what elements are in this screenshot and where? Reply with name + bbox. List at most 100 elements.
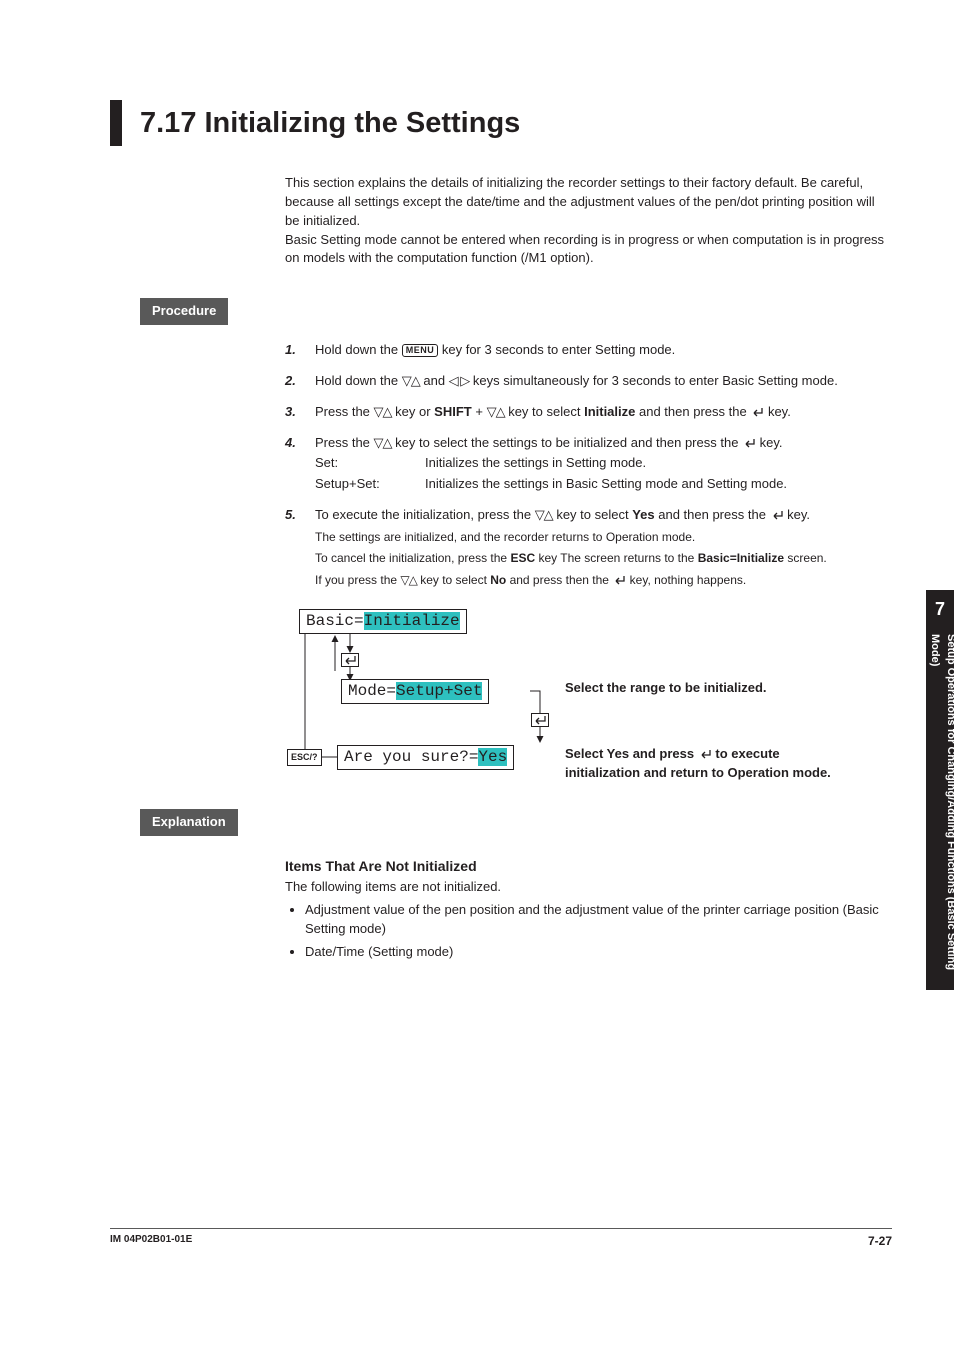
text: Press the — [315, 404, 374, 419]
step-3: 3. Press the ▽△ key or SHIFT + ▽△ key to… — [285, 403, 892, 422]
page-footer: IM 04P02B01-01E 7-27 — [110, 1228, 892, 1250]
lcd-text: Mode= — [348, 682, 396, 700]
procedure-label: Procedure — [140, 298, 228, 325]
no-label: No — [490, 573, 506, 587]
text: and press then the — [510, 573, 613, 587]
step-5: 5. To execute the initialization, press … — [285, 506, 892, 589]
text: Select Yes and press — [565, 746, 698, 761]
esc-key-icon: ESC/? — [287, 749, 322, 766]
chapter-number: 7 — [926, 590, 954, 630]
menu-key-icon: MENU — [402, 344, 439, 357]
text: key. — [760, 435, 783, 450]
caption-select-yes: Select Yes and press to execute initiali… — [565, 745, 835, 783]
step-number: 1. — [285, 341, 315, 360]
step-body: Press the ▽△ key or SHIFT + ▽△ key to se… — [315, 403, 892, 422]
lcd-text: Basic= — [306, 612, 364, 630]
list-item: Adjustment value of the pen position and… — [305, 901, 892, 939]
text: key The screen returns to the — [538, 551, 697, 565]
text: To execute the initialization, press the — [315, 507, 535, 522]
step-number: 3. — [285, 403, 315, 422]
note-3: If you press the ▽△ key to select No and… — [315, 572, 892, 589]
step-body: Press the ▽△ key to select the settings … — [315, 434, 892, 495]
intro-para-1: This section explains the details of ini… — [285, 174, 892, 231]
not-init-list: Adjustment value of the pen position and… — [285, 901, 892, 962]
step-body: Hold down the ▽△ and ◁ ▷ keys simultaneo… — [315, 372, 892, 391]
chapter-side-tab: 7 Setup Operations for Changing/Adding F… — [926, 590, 954, 990]
items-not-initialized-lead: The following items are not initialized. — [285, 878, 892, 897]
up-down-icon: ▽△ — [402, 372, 420, 391]
text: Press the — [315, 435, 374, 450]
section-title-row: 7.17 Initializing the Settings — [110, 100, 892, 146]
up-down-icon: ▽△ — [487, 403, 505, 422]
text: + — [475, 404, 486, 419]
text: keys simultaneously for 3 seconds to ent… — [473, 373, 838, 388]
text: If you press the — [315, 573, 400, 587]
opt-key: Set: — [315, 454, 425, 473]
enter-icon — [770, 510, 784, 521]
note-1: The settings are initialized, and the re… — [315, 529, 892, 546]
basic-initialize-label: Basic=Initialize — [698, 551, 784, 565]
text: key or — [395, 404, 434, 419]
step-number: 4. — [285, 434, 315, 495]
left-right-icon: ◁ ▷ — [449, 372, 470, 391]
lcd-are-you-sure: Are you sure?=Yes — [337, 745, 514, 769]
up-down-icon: ▽△ — [374, 403, 392, 422]
step-number: 2. — [285, 372, 315, 391]
lcd-highlight: Initialize — [364, 612, 460, 630]
page: 7.17 Initializing the Settings This sect… — [0, 0, 954, 1350]
enter-icon — [750, 407, 764, 418]
items-not-initialized-head: Items That Are Not Initialized — [285, 856, 892, 876]
chapter-title-vertical: Setup Operations for Changing/Adding Fun… — [926, 630, 954, 984]
intro-para-2: Basic Setting mode cannot be entered whe… — [285, 231, 892, 269]
text: key. — [768, 404, 791, 419]
step-4: 4. Press the ▽△ key to select the settin… — [285, 434, 892, 495]
title-accent-bar — [110, 100, 122, 146]
up-down-icon: ▽△ — [374, 434, 392, 453]
text: key to select — [420, 573, 490, 587]
enter-icon — [742, 438, 756, 449]
shift-label: SHIFT — [434, 404, 472, 419]
lcd-highlight: Setup+Set — [396, 682, 482, 700]
enter-icon — [531, 713, 549, 727]
up-down-icon: ▽△ — [400, 572, 416, 589]
section-title: 7.17 Initializing the Settings — [140, 102, 520, 144]
explanation-block: Items That Are Not Initialized The follo… — [285, 856, 892, 962]
step-1: 1. Hold down the MENU key for 3 seconds … — [285, 341, 892, 360]
note-2: To cancel the initialization, press the … — [315, 550, 892, 567]
flow-diagram: Basic=Initialize Mode=Setup+Set Are you … — [285, 609, 892, 799]
step-body: To execute the initialization, press the… — [315, 506, 892, 589]
explanation-label: Explanation — [140, 809, 238, 836]
step-number: 5. — [285, 506, 315, 589]
up-down-icon: ▽△ — [535, 506, 553, 525]
page-number: 7-27 — [868, 1233, 892, 1250]
text: To cancel the initialization, press the — [315, 551, 510, 565]
list-item: Date/Time (Setting mode) — [305, 943, 892, 962]
text: and then press the — [658, 507, 769, 522]
init-options-table: Set: Initializes the settings in Setting… — [315, 454, 892, 494]
text: Hold down the — [315, 342, 402, 357]
lcd-basic-initialize: Basic=Initialize — [299, 609, 467, 633]
enter-icon — [612, 575, 626, 586]
lcd-mode-setupset: Mode=Setup+Set — [341, 679, 489, 703]
lcd-text: Are you sure?= — [344, 748, 478, 766]
step-2: 2. Hold down the ▽△ and ◁ ▷ keys simulta… — [285, 372, 892, 391]
opt-val: Initializes the settings in Basic Settin… — [425, 475, 892, 494]
step-body: Hold down the MENU key for 3 seconds to … — [315, 341, 892, 360]
opt-key: Setup+Set: — [315, 475, 425, 494]
lcd-highlight: Yes — [478, 748, 507, 766]
enter-icon — [698, 749, 712, 760]
initialize-label: Initialize — [584, 404, 635, 419]
text: screen. — [787, 551, 826, 565]
text: Hold down the — [315, 373, 402, 388]
text: and then press the — [639, 404, 750, 419]
text: key, nothing happens. — [630, 573, 747, 587]
text: key to select — [508, 404, 584, 419]
yes-label: Yes — [632, 507, 654, 522]
esc-label: ESC — [510, 551, 535, 565]
opt-val: Initializes the settings in Setting mode… — [425, 454, 892, 473]
doc-id: IM 04P02B01-01E — [110, 1233, 192, 1250]
intro-block: This section explains the details of ini… — [285, 174, 892, 268]
text: and — [423, 373, 448, 388]
text: key. — [787, 507, 810, 522]
caption-select-range: Select the range to be initialized. — [565, 679, 835, 698]
